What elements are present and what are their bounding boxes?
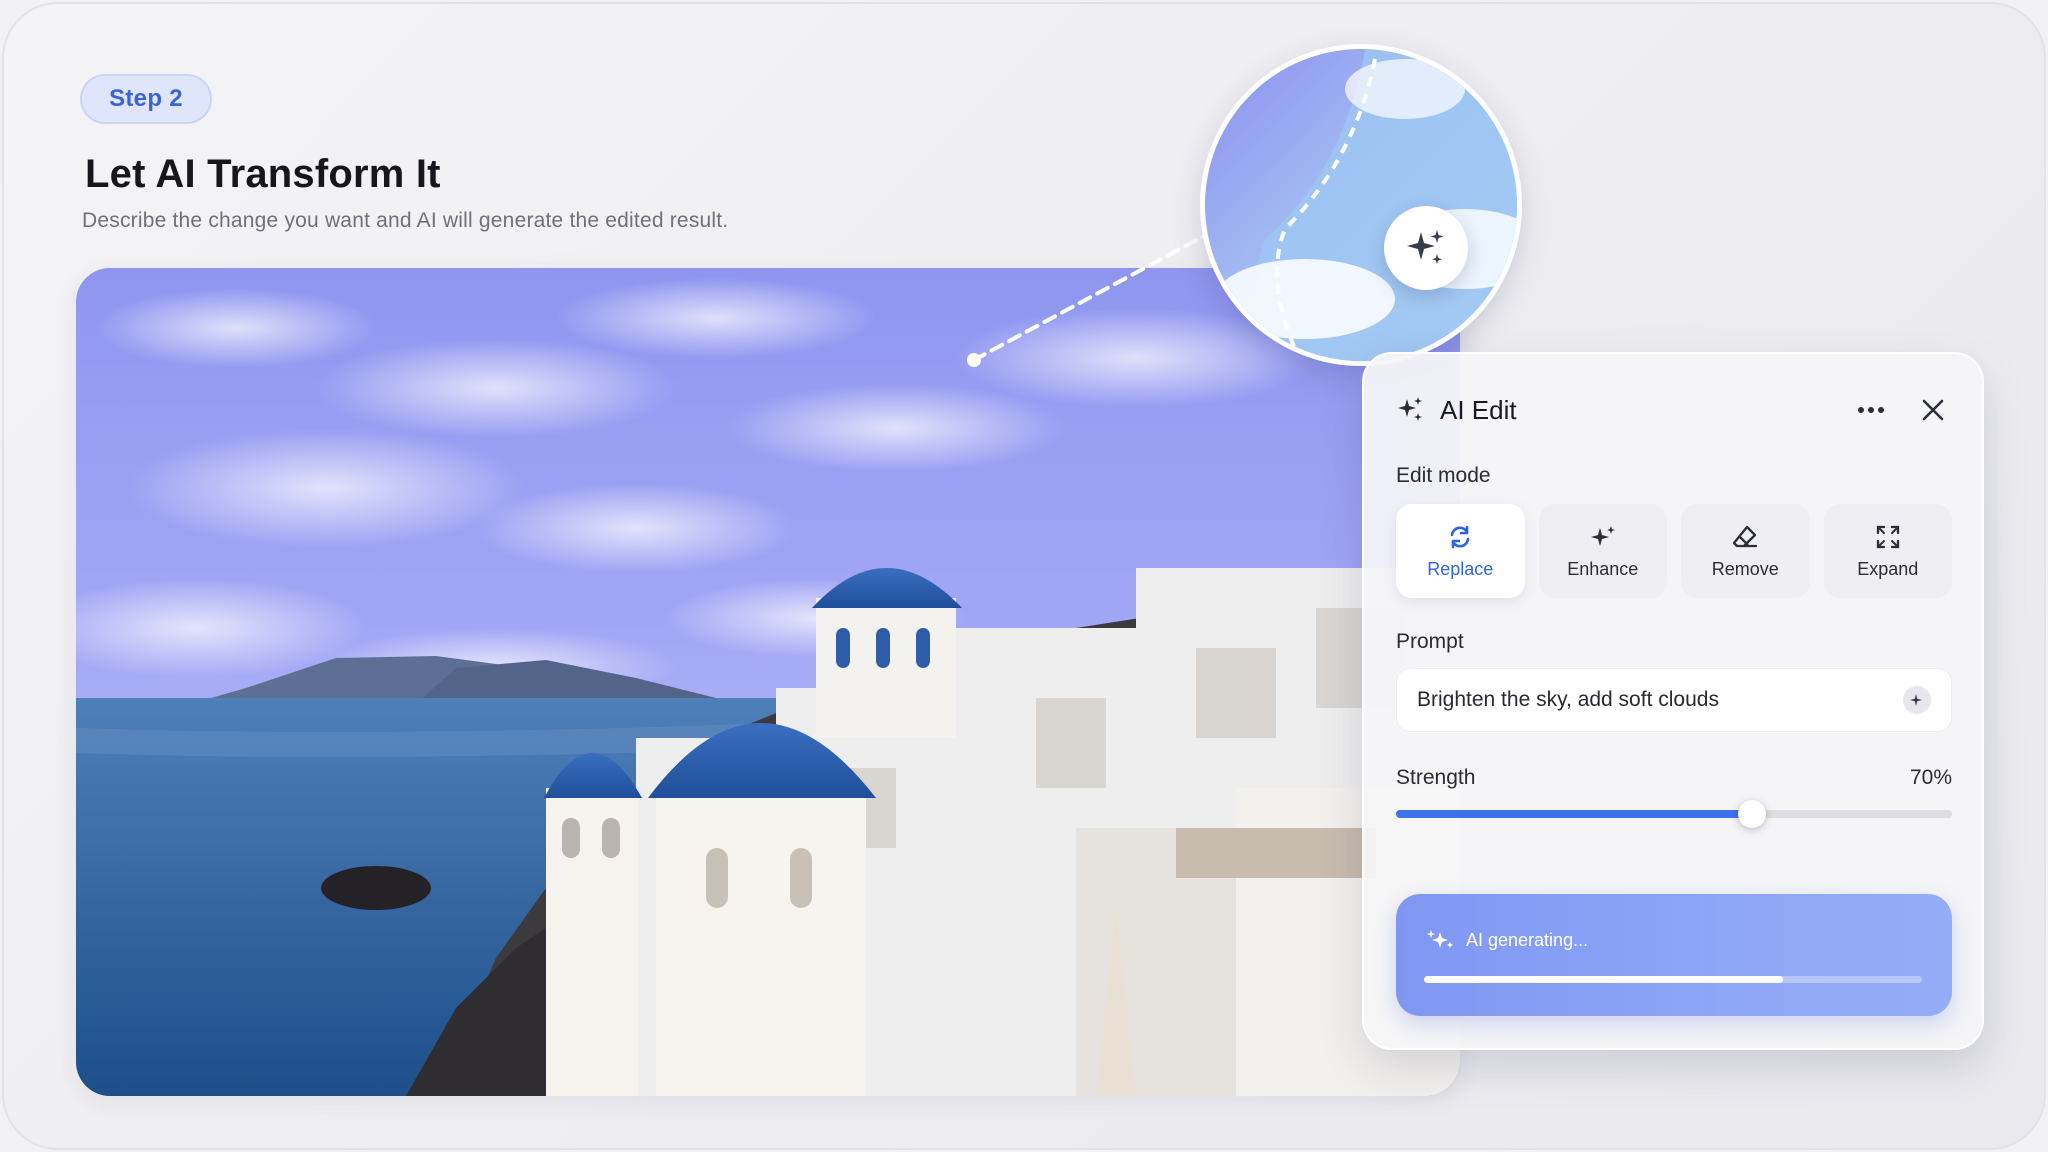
prompt-input[interactable]: Brighten the sky, add soft clouds [1396,668,1952,732]
page-subtitle: Describe the change you want and AI will… [82,209,729,232]
magnified-sky [1205,49,1517,361]
prompt-add-button[interactable] [1903,686,1931,714]
eraser-icon [1733,525,1758,547]
strength-label: Strength [1396,766,1476,789]
mode-enhance-label: Enhance [1567,558,1639,579]
generating-progress-bar [1424,976,1922,983]
plus-sparkle-icon [1910,694,1922,706]
generating-label: AI generating... [1466,929,1589,950]
strength-value: 70% [1909,766,1952,789]
step-badge: Step 2 [80,74,212,124]
strength-slider[interactable] [1396,800,1952,828]
prompt-label: Prompt [1396,630,1464,653]
panel-header: AI Edit [1396,390,1950,430]
close-icon [1922,399,1944,421]
onboarding-card: Step 2 Let AI Transform It Describe the … [2,2,2046,1150]
mode-replace-label: Replace [1427,558,1494,579]
generating-progress-fill [1424,976,1783,983]
mode-remove-button[interactable]: Remove [1681,504,1810,598]
mode-replace-button[interactable]: Replace [1396,504,1525,598]
mode-expand-button[interactable]: Expand [1823,504,1952,598]
generating-status: AI generating... [1396,894,1952,1016]
panel-title: AI Edit [1440,394,1517,425]
more-horizontal-icon [1858,407,1884,413]
edited-photo[interactable] [76,268,1460,1096]
strength-row: Strength 70% [1396,766,1952,790]
edit-mode-group: Replace Enhance Remove Expand [1396,504,1952,598]
close-button[interactable] [1916,393,1950,427]
expand-icon [1876,525,1899,548]
magnifier-bubble [1200,44,1522,366]
edit-mode-label: Edit mode [1396,464,1491,487]
page-title: Let AI Transform It [85,152,441,196]
strength-slider-fill [1396,810,1752,818]
more-button[interactable] [1854,393,1888,427]
sparkle-icon [1407,230,1444,264]
refresh-icon [1450,525,1470,548]
sparkle-icon [1590,525,1615,546]
santorini-photo [76,268,1460,1096]
ai-edit-panel: AI Edit Edit mode Replace Enhance Remove… [1362,352,1984,1050]
mode-expand-label: Expand [1857,558,1919,579]
ai-magic-button[interactable] [1384,206,1468,290]
prompt-text: Brighten the sky, add soft clouds [1417,688,1719,711]
mode-enhance-button[interactable]: Enhance [1538,504,1667,598]
strength-slider-thumb[interactable] [1737,800,1766,828]
sparkle-icon [1427,930,1453,948]
sparkle-icon [1398,397,1422,421]
mode-remove-label: Remove [1711,558,1779,579]
